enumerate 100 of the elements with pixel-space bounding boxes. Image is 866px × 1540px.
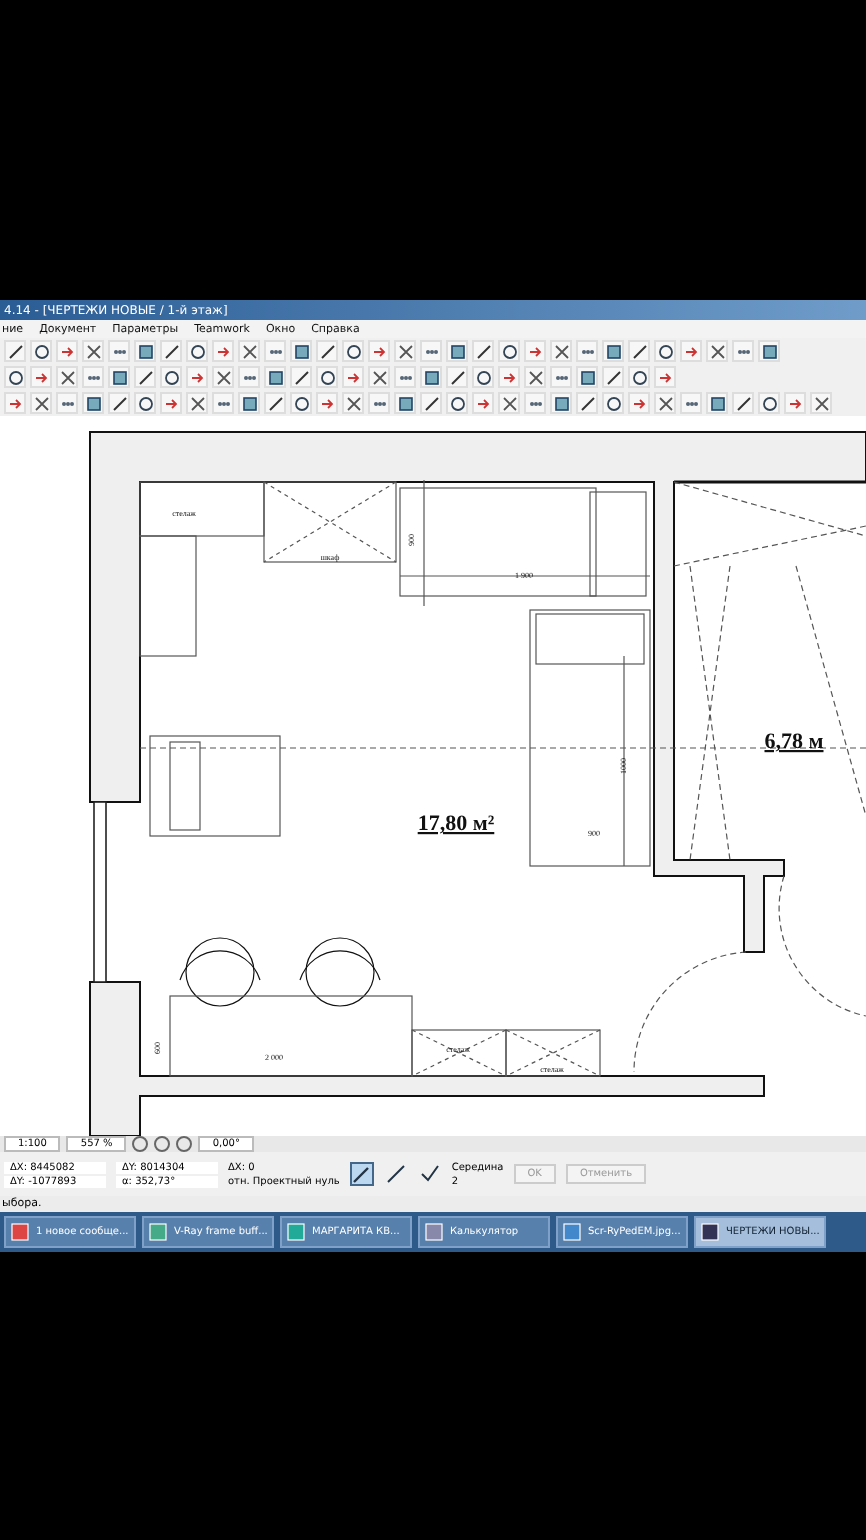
line-icon xyxy=(111,395,127,411)
tool-button[interactable] xyxy=(238,392,260,414)
tool-button[interactable] xyxy=(472,340,494,362)
tool-button[interactable] xyxy=(420,366,442,388)
tool-button[interactable] xyxy=(186,340,208,362)
line-icon xyxy=(293,369,309,385)
tool-button[interactable] xyxy=(550,392,572,414)
tool-button[interactable] xyxy=(290,392,312,414)
tool-button[interactable] xyxy=(368,366,390,388)
circle-icon xyxy=(189,343,205,359)
tool-button[interactable] xyxy=(446,392,468,414)
tool-button[interactable] xyxy=(238,366,260,388)
tool-button[interactable] xyxy=(238,340,260,362)
tool-button[interactable] xyxy=(134,392,156,414)
tool-button[interactable] xyxy=(706,340,728,362)
tool-button[interactable] xyxy=(4,366,26,388)
area-label: 6,78 м xyxy=(764,730,824,754)
tool-button[interactable] xyxy=(524,392,546,414)
tool-button[interactable] xyxy=(316,366,338,388)
tool-button[interactable] xyxy=(628,340,650,362)
tool-button[interactable] xyxy=(550,366,572,388)
check-icon[interactable] xyxy=(417,1162,442,1186)
tool-button[interactable] xyxy=(446,340,468,362)
tool-button[interactable] xyxy=(628,366,650,388)
tool-button[interactable] xyxy=(706,392,728,414)
tool-button[interactable] xyxy=(732,340,754,362)
tool-button[interactable] xyxy=(134,366,156,388)
tool-button[interactable] xyxy=(472,366,494,388)
tool-button[interactable] xyxy=(108,340,130,362)
circle-icon xyxy=(657,343,673,359)
tool-button[interactable] xyxy=(498,392,520,414)
tool-button[interactable] xyxy=(576,366,598,388)
arrow-icon xyxy=(319,395,335,411)
tool-button[interactable] xyxy=(446,366,468,388)
tool-button[interactable] xyxy=(290,366,312,388)
tool-button[interactable] xyxy=(342,392,364,414)
tool-button[interactable] xyxy=(212,392,234,414)
arrow-icon xyxy=(683,343,699,359)
tool-button[interactable] xyxy=(264,392,286,414)
tool-button[interactable] xyxy=(394,366,416,388)
cross-icon xyxy=(371,369,387,385)
window-icon xyxy=(10,1222,30,1242)
tool-button[interactable] xyxy=(550,340,572,362)
circle-icon xyxy=(631,369,647,385)
tool-button[interactable] xyxy=(394,340,416,362)
tool-button[interactable] xyxy=(186,392,208,414)
arrow-icon xyxy=(787,395,803,411)
tool-button[interactable] xyxy=(56,366,78,388)
tool-button[interactable] xyxy=(420,392,442,414)
tool-button[interactable] xyxy=(108,366,130,388)
tool-button[interactable] xyxy=(264,340,286,362)
tool-button[interactable] xyxy=(160,340,182,362)
tool-button[interactable] xyxy=(368,392,390,414)
square-icon xyxy=(449,343,465,359)
tool-button[interactable] xyxy=(108,392,130,414)
tool-button[interactable] xyxy=(680,392,702,414)
tool-button[interactable] xyxy=(576,392,598,414)
line-icon[interactable] xyxy=(383,1162,408,1186)
tool-button[interactable] xyxy=(732,392,754,414)
tool-button[interactable] xyxy=(758,340,780,362)
arrow-icon xyxy=(501,369,517,385)
tool-button[interactable] xyxy=(30,392,52,414)
line-icon xyxy=(735,395,751,411)
tool-button[interactable] xyxy=(654,340,676,362)
tool-button[interactable] xyxy=(498,340,520,362)
arrow-icon xyxy=(371,343,387,359)
tool-button[interactable] xyxy=(212,366,234,388)
tool-button[interactable] xyxy=(290,340,312,362)
window-icon xyxy=(700,1222,720,1242)
line-icon xyxy=(423,395,439,411)
square-icon xyxy=(397,395,413,411)
tool-button[interactable] xyxy=(4,340,26,362)
square-icon xyxy=(293,343,309,359)
cross-icon xyxy=(241,343,257,359)
tool-button[interactable] xyxy=(316,340,338,362)
tool-button[interactable] xyxy=(82,366,104,388)
tool-button[interactable] xyxy=(394,392,416,414)
tool-button[interactable] xyxy=(654,392,676,414)
tool-button[interactable] xyxy=(810,392,832,414)
tool-button[interactable] xyxy=(30,340,52,362)
tool-button[interactable] xyxy=(758,392,780,414)
tool-button[interactable] xyxy=(342,340,364,362)
tool-button[interactable] xyxy=(576,340,598,362)
tool-button[interactable] xyxy=(524,366,546,388)
pencil-icon[interactable] xyxy=(349,1162,374,1186)
circle-icon xyxy=(501,343,517,359)
tool-button[interactable] xyxy=(160,366,182,388)
tool-button[interactable] xyxy=(602,366,624,388)
arrow-icon xyxy=(657,369,673,385)
tool-button[interactable] xyxy=(82,340,104,362)
tool-button[interactable] xyxy=(264,366,286,388)
tool-button[interactable] xyxy=(420,340,442,362)
tool-button[interactable] xyxy=(82,392,104,414)
cross-icon xyxy=(189,395,205,411)
tool-button[interactable] xyxy=(602,340,624,362)
tool-button[interactable] xyxy=(134,340,156,362)
circle-icon xyxy=(761,395,777,411)
tool-button[interactable] xyxy=(56,392,78,414)
cross-icon xyxy=(709,343,725,359)
tool-button[interactable] xyxy=(602,392,624,414)
